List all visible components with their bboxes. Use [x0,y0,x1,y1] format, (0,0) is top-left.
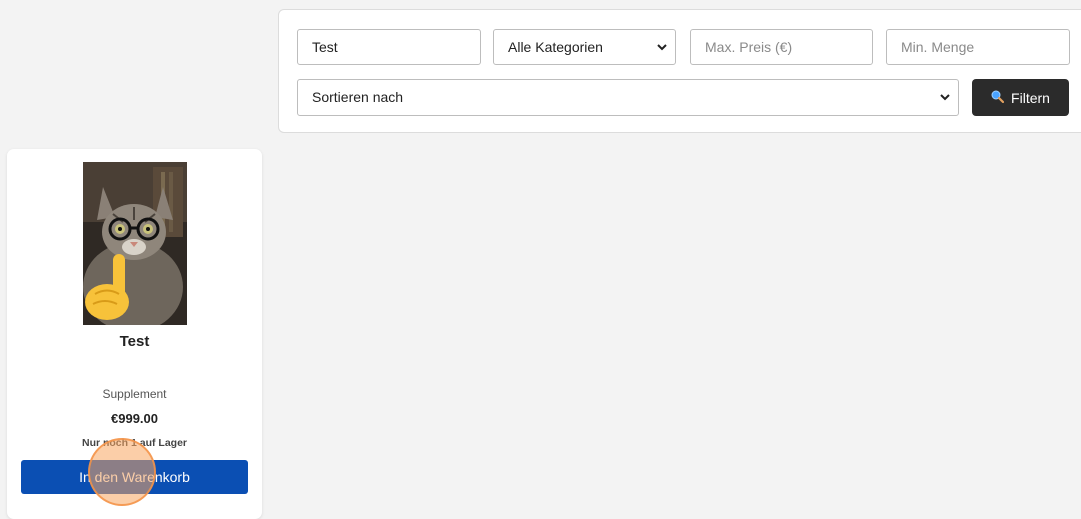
min-quantity-input[interactable]: Min. Menge [886,29,1070,65]
sort-select[interactable]: Sortieren nach [297,79,959,116]
filter-button-label: Filtern [1011,89,1050,106]
product-category: Supplement [102,387,167,401]
chevron-down-icon [657,30,667,64]
product-image [83,162,187,325]
category-select[interactable]: Alle Kategorien [493,29,676,65]
product-name: Test [119,333,150,350]
max-price-input[interactable]: Max. Preis (€) [690,29,873,65]
min-quantity-placeholder: Min. Menge [901,39,975,55]
stock-note: Nur noch 1 auf Lager [81,437,187,449]
category-select-value: Alle Kategorien [508,39,603,55]
add-to-cart-label: In den Warenkorb [79,469,190,485]
chevron-down-icon [940,80,950,115]
filter-button[interactable]: Filtern [972,79,1069,116]
search-input-value: Test [312,39,338,55]
add-to-cart-button[interactable]: In den Warenkorb [21,460,248,494]
filter-panel: Test Alle Kategorien Max. Preis (€) Min.… [278,9,1081,133]
product-card: Test Supplement €999.00 Nur noch 1 auf L… [7,149,262,519]
max-price-placeholder: Max. Preis (€) [705,39,793,55]
sort-select-value: Sortieren nach [312,89,404,105]
cat-photo-image [83,162,187,325]
product-price: €999.00 [111,411,158,426]
search-input[interactable]: Test [297,29,481,65]
search-icon [991,90,1005,106]
